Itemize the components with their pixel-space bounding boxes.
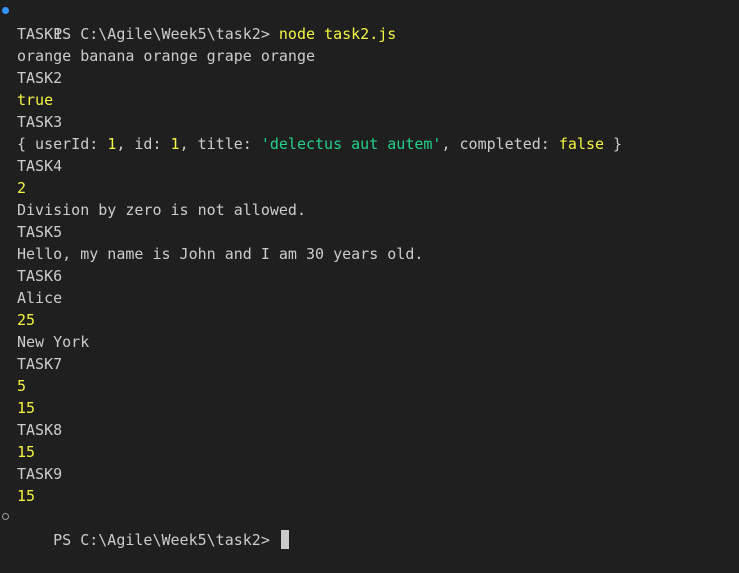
title-value: 'delectus aut autem' <box>260 135 442 153</box>
command-line: PS C:\Agile\Week5\task2> node task2.js <box>0 1 739 43</box>
output-line: Hello, my name is John and I am 30 years… <box>0 243 739 265</box>
output-line: 15 <box>0 441 739 463</box>
task8-header: TASK8 <box>17 421 63 439</box>
task7-output-1: 5 <box>17 377 27 395</box>
task5-output: Hello, my name is John and I am 30 years… <box>17 245 424 263</box>
prompt: PS C:\Agile\Week5\task2> <box>53 531 279 549</box>
task7-header: TASK7 <box>17 355 63 373</box>
object-close: } <box>604 135 623 153</box>
output-line: 25 <box>0 309 739 331</box>
task6-city: New York <box>17 333 90 351</box>
terminal-panel[interactable]: PS C:\Agile\Week5\task2> node task2.js T… <box>0 0 739 559</box>
command-pending-decoration-icon[interactable] <box>2 513 9 520</box>
output-line: New York <box>0 331 739 353</box>
output-line: TASK3 <box>0 111 739 133</box>
task4-output-message: Division by zero is not allowed. <box>17 201 306 219</box>
task5-header: TASK5 <box>17 223 63 241</box>
task7-output-2: 15 <box>17 399 36 417</box>
output-line: 2 <box>0 177 739 199</box>
task2-header: TASK2 <box>17 69 63 87</box>
task6-name: Alice <box>17 289 63 307</box>
task1-output: orange banana orange grape orange <box>17 47 316 65</box>
output-line: Alice <box>0 287 739 309</box>
output-line: TASK5 <box>0 221 739 243</box>
output-line: TASK9 <box>0 463 739 485</box>
task3-header: TASK3 <box>17 113 63 131</box>
output-line: Division by zero is not allowed. <box>0 199 739 221</box>
id-value: 1 <box>170 135 180 153</box>
output-line: TASK8 <box>0 419 739 441</box>
task1-header: TASK1 <box>17 25 63 43</box>
object-sep: , id: <box>116 135 171 153</box>
output-line: TASK1 <box>0 23 739 45</box>
input-prompt-line[interactable]: PS C:\Agile\Week5\task2> <box>0 507 739 549</box>
output-line: 5 <box>0 375 739 397</box>
output-line: TASK6 <box>0 265 739 287</box>
output-line: 15 <box>0 485 739 507</box>
output-line: true <box>0 89 739 111</box>
object-sep: , completed: <box>441 135 559 153</box>
terminal-cursor[interactable] <box>280 530 289 549</box>
user-id-value: 1 <box>107 135 117 153</box>
completed-value: false <box>558 135 605 153</box>
output-line: orange banana orange grape orange <box>0 45 739 67</box>
task8-output: 15 <box>17 443 36 461</box>
task9-header: TASK9 <box>17 465 63 483</box>
output-line: 15 <box>0 397 739 419</box>
command-success-decoration-icon[interactable] <box>2 7 9 14</box>
object-open: { userId: <box>17 135 108 153</box>
task6-age: 25 <box>17 311 36 329</box>
task9-output: 15 <box>17 487 36 505</box>
output-line: TASK7 <box>0 353 739 375</box>
task4-header: TASK4 <box>17 157 63 175</box>
task2-output: true <box>17 91 54 109</box>
task4-output-number: 2 <box>17 179 27 197</box>
output-line: TASK2 <box>0 67 739 89</box>
task6-header: TASK6 <box>17 267 63 285</box>
output-line: TASK4 <box>0 155 739 177</box>
object-sep: , title: <box>179 135 261 153</box>
task3-object-line: { userId: 1, id: 1, title: 'delectus aut… <box>0 133 739 155</box>
